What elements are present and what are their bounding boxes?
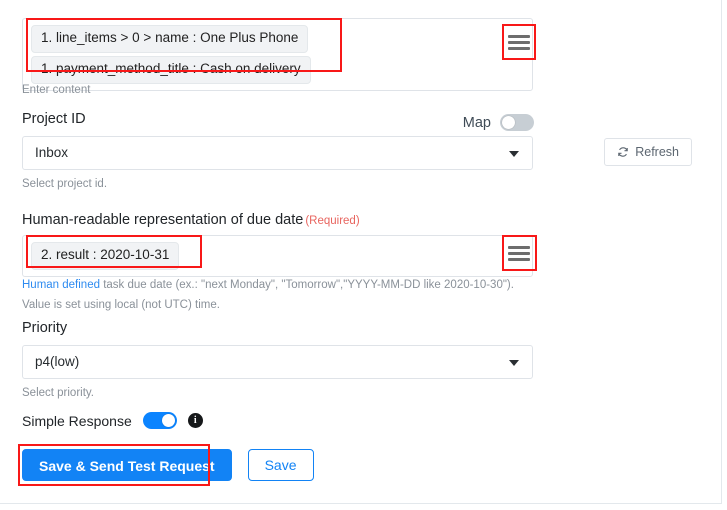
- priority-field-group: Priority p4(low) Select priority.: [22, 319, 692, 407]
- priority-label: Priority: [22, 320, 68, 336]
- due-date-token-input[interactable]: 2. result : 2020-10-31: [22, 235, 533, 277]
- project-id-field-group: Project ID Map Inbox Refresh Select proj…: [22, 110, 692, 199]
- priority-value: p4(low): [35, 354, 80, 370]
- due-date-label-text: Human-readable representation of due dat…: [22, 212, 304, 228]
- hamburger-line: [508, 46, 530, 50]
- form-content: 1. line_items > 0 > name : One Plus Phon…: [18, 10, 692, 486]
- hamburger-line: [508, 257, 530, 261]
- due-date-drag-handle-icon[interactable]: [508, 242, 530, 264]
- required-badge: (Required): [305, 215, 360, 227]
- simple-response-label: Simple Response: [22, 412, 132, 429]
- project-id-label: Project ID: [22, 111, 86, 127]
- save-button[interactable]: Save: [247, 449, 314, 481]
- save-and-send-test-request-button[interactable]: Save & Send Test Request: [22, 449, 232, 481]
- toggle-knob: [161, 414, 175, 427]
- chevron-down-icon: [509, 359, 519, 366]
- form-panel: 1. line_items > 0 > name : One Plus Phon…: [0, 0, 722, 504]
- map-toggle-row: Map: [463, 114, 534, 131]
- chip-row: 2. result : 2020-10-31: [31, 242, 524, 270]
- simple-response-toggle[interactable]: [142, 412, 177, 429]
- project-id-select[interactable]: Inbox: [22, 135, 533, 170]
- priority-select[interactable]: p4(low): [22, 344, 533, 379]
- info-icon[interactable]: i: [187, 413, 203, 428]
- project-id-value: Inbox: [35, 145, 69, 161]
- content-chip[interactable]: 1. line_items > 0 > name : One Plus Phon…: [31, 25, 309, 53]
- hamburger-line: [508, 245, 530, 249]
- hamburger-line: [508, 251, 530, 255]
- due-date-field-group: Human-readable representation of due dat…: [22, 211, 692, 311]
- toggle-knob: [502, 116, 515, 129]
- map-label: Map: [462, 114, 491, 131]
- due-date-chip[interactable]: 2. result : 2020-10-31: [31, 242, 180, 270]
- refresh-label: Refresh: [635, 145, 679, 159]
- due-date-help-text: Human defined task due date (ex.: "next …: [22, 275, 538, 315]
- hamburger-line: [508, 40, 530, 44]
- simple-response-row: Simple Response i: [22, 412, 692, 429]
- content-token-input[interactable]: 1. line_items > 0 > name : One Plus Phon…: [22, 18, 533, 91]
- project-id-help-text: Select project id.: [22, 177, 108, 190]
- chip-row: 1. payment_method_title : Cash on delive…: [31, 55, 524, 84]
- due-date-label: Human-readable representation of due dat…: [22, 211, 692, 230]
- priority-help-text: Select priority.: [22, 386, 95, 399]
- chip-row: 1. line_items > 0 > name : One Plus Phon…: [31, 25, 524, 56]
- action-bar: Save & Send Test Request Save: [18, 444, 692, 486]
- refresh-button[interactable]: Refresh: [604, 138, 692, 166]
- chevron-down-icon: [509, 150, 519, 157]
- content-drag-handle-icon[interactable]: [508, 31, 530, 53]
- content-help-text: Enter content: [22, 84, 91, 96]
- button-row: Save & Send Test Request Save: [22, 449, 692, 481]
- hamburger-line: [508, 34, 530, 38]
- map-toggle[interactable]: [500, 114, 534, 131]
- refresh-icon: [618, 147, 628, 157]
- content-field-group: 1. line_items > 0 > name : One Plus Phon…: [22, 10, 692, 96]
- human-defined-link[interactable]: Human defined: [22, 279, 100, 291]
